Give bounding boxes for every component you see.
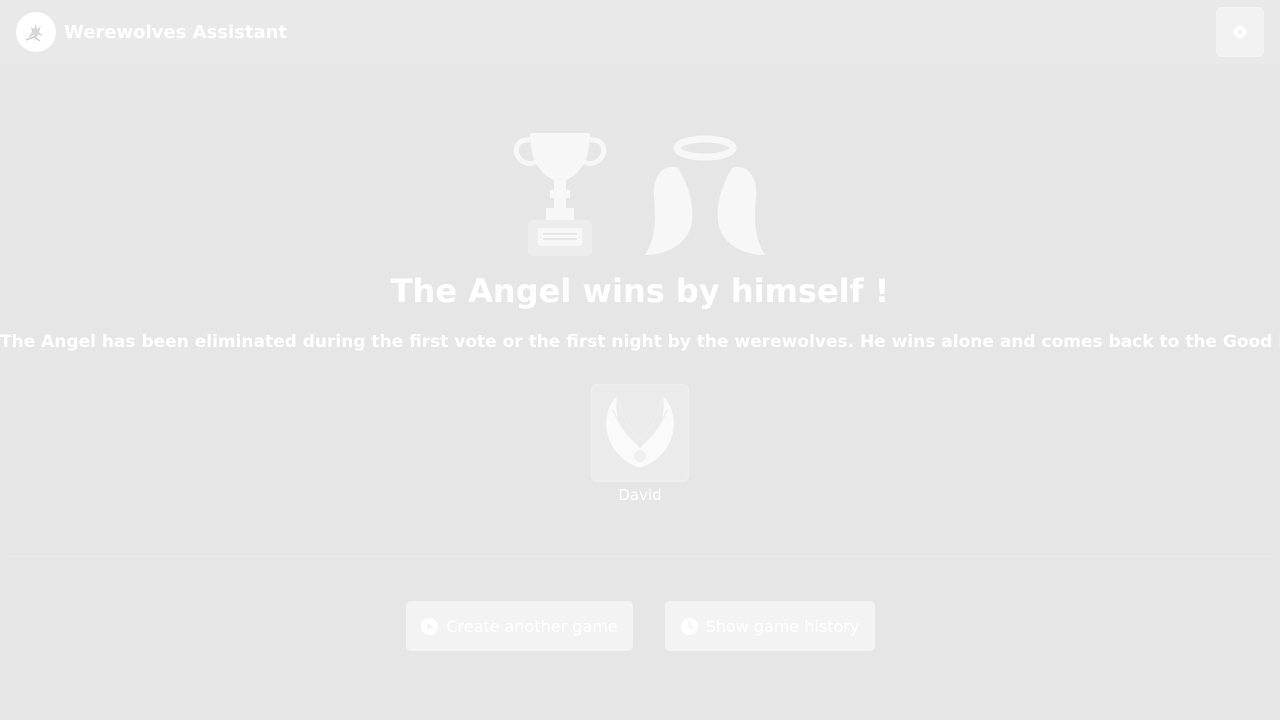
app-title: Werewolves Assistant [64,21,288,43]
angel-wings-icon [645,135,765,255]
brand[interactable]: Werewolves Assistant [16,12,287,52]
player-name: David [618,486,662,504]
angel-role-icon [606,395,674,468]
play-circle-icon [421,617,439,635]
result-description: The Angel has been eliminated during the… [0,332,1280,352]
clock-icon [680,617,698,635]
show-game-history-button[interactable]: Show game history [665,601,875,651]
result-title: The Angel wins by himself ! [390,272,890,310]
werewolf-logo-icon [16,12,56,52]
gear-icon [1232,24,1248,40]
navbar: Werewolves Assistant [0,0,1280,64]
settings-button[interactable] [1216,7,1264,57]
winner-player: David [590,384,690,504]
divider [8,556,1272,557]
create-another-game-label: Create another game [446,616,618,636]
create-another-game-button[interactable]: Create another game [406,601,633,651]
result-icons [0,128,1280,258]
player-card[interactable] [591,384,689,482]
trophy-icon [513,133,607,256]
show-game-history-label: Show game history [705,616,860,636]
